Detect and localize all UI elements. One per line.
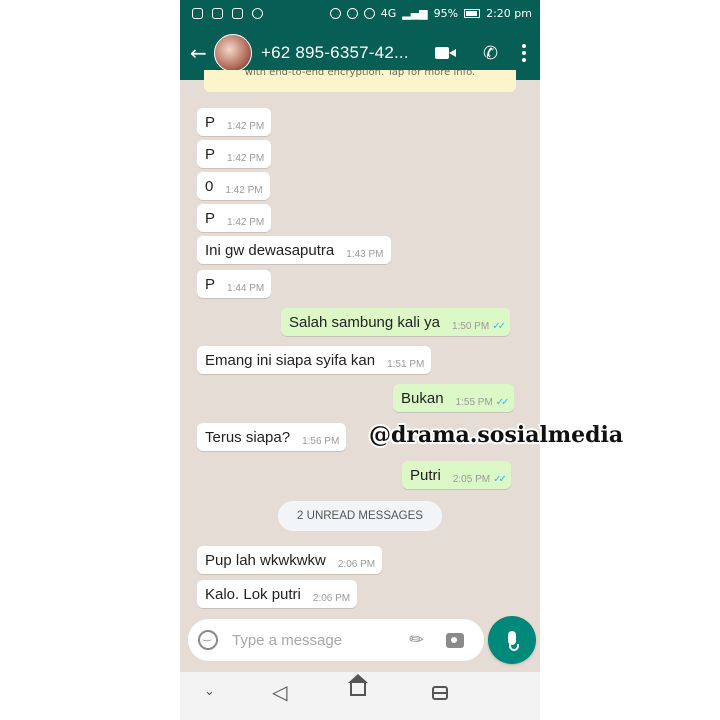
add-icon xyxy=(329,7,341,19)
message-time: 1:50 PM xyxy=(451,320,490,332)
message-bubble-outgoing[interactable]: Bukan 1:55 PM ✓✓ xyxy=(393,384,514,412)
read-receipt-icon: ✓✓ xyxy=(492,320,506,332)
message-text: Pup lah wkwkwkw xyxy=(205,551,326,569)
message-text: Kalo. Lok putri xyxy=(205,585,301,603)
message-bubble-incoming[interactable]: Emang ini siapa syifa kan 1:51 PM xyxy=(197,346,432,374)
message-bubble-incoming[interactable]: Ini gw dewasaputra 1:43 PM xyxy=(197,236,391,264)
android-navigation-bar: ⌄ ◁ xyxy=(180,672,540,720)
settings-icon xyxy=(346,7,358,19)
message-text: Ini gw dewasaputra xyxy=(205,241,335,259)
message-bubble-outgoing[interactable]: Putri 2:05 PM ✓✓ xyxy=(402,461,511,489)
message-input[interactable] xyxy=(230,630,394,650)
emoji-icon[interactable] xyxy=(198,630,218,650)
message-bubble-incoming[interactable]: Terus siapa? 1:56 PM xyxy=(197,423,347,451)
car-icon xyxy=(232,7,243,19)
microphone-icon xyxy=(508,631,516,645)
message-text: 0 xyxy=(205,177,214,195)
nav-home-icon[interactable] xyxy=(348,674,368,696)
contact-name[interactable]: +62 895-6357-42... xyxy=(261,43,423,63)
message-time: 2:06 PM xyxy=(337,558,376,570)
message-text: Terus siapa? xyxy=(205,428,291,446)
battery-percent: 95% xyxy=(433,6,459,20)
message-text: P xyxy=(205,275,216,293)
message-bubble-incoming[interactable]: P 1:42 PM xyxy=(197,204,272,232)
signal-icon: ▂▄▆ xyxy=(402,6,428,20)
message-time: 1:55 PM xyxy=(455,396,493,408)
paperclip-icon[interactable]: ✎ xyxy=(405,628,429,652)
message-time: 1:43 PM xyxy=(346,248,384,260)
message-bubble-incoming[interactable]: P 1:44 PM xyxy=(197,270,272,298)
message-bubble-incoming[interactable]: Pup lah wkwkwkw 2:06 PM xyxy=(197,546,383,574)
message-bubble-incoming[interactable]: P 1:42 PM xyxy=(197,140,272,168)
message-text: P xyxy=(205,209,216,227)
encryption-notice-text: with end-to-end encryption. Tap for more… xyxy=(244,70,476,78)
more-options-icon[interactable] xyxy=(522,44,527,62)
contact-avatar[interactable] xyxy=(214,34,252,72)
microphone-stand xyxy=(509,644,519,651)
message-text: Emang ini siapa syifa kan xyxy=(205,351,376,369)
line-icon xyxy=(252,7,263,19)
message-time: 2:05 PM xyxy=(452,473,491,485)
message-bubble-incoming[interactable]: P 1:42 PM xyxy=(197,108,272,136)
message-time: 1:42 PM xyxy=(227,216,265,228)
message-bubble-outgoing[interactable]: Salah sambung kali ya 1:50 PM ✓✓ xyxy=(281,308,510,336)
hide-keyboard-icon[interactable]: ⌄ xyxy=(204,684,215,699)
camera-icon[interactable] xyxy=(446,632,465,648)
watermark-text: @drama.sosialmedia xyxy=(369,422,624,448)
status-time: 2:20 pm xyxy=(486,6,532,20)
message-bubble-incoming[interactable]: Kalo. Lok putri 2:06 PM xyxy=(197,580,358,608)
status-bar: 4G ▂▄▆ 95% 2:20 pm xyxy=(180,0,540,26)
message-time: 1:42 PM xyxy=(227,152,265,164)
network-type: 4G xyxy=(380,6,397,20)
phone-screen: 4G ▂▄▆ 95% 2:20 pm ← +62 895-6357-42... … xyxy=(180,0,540,720)
message-text: P xyxy=(205,113,216,131)
instagram-icon xyxy=(212,7,223,19)
message-time: 1:42 PM xyxy=(225,184,263,196)
message-time: 1:42 PM xyxy=(227,120,265,132)
battery-icon xyxy=(464,8,481,18)
message-time: 1:51 PM xyxy=(387,358,425,370)
message-composer: ✎ xyxy=(188,619,484,661)
message-bubble-incoming[interactable]: 0 1:42 PM xyxy=(197,172,270,200)
message-text: P xyxy=(205,145,216,163)
microphone-button[interactable] xyxy=(488,616,536,664)
phone-call-icon[interactable]: ✆ xyxy=(483,43,498,64)
message-text: Putri xyxy=(410,466,441,484)
back-arrow-icon[interactable]: ← xyxy=(190,43,212,63)
alarm-icon xyxy=(363,7,375,19)
read-receipt-icon: ✓✓ xyxy=(495,396,510,408)
unread-messages-divider: 2 UNREAD MESSAGES xyxy=(278,501,442,531)
nav-back-icon[interactable]: ◁ xyxy=(272,680,287,704)
nav-recents-icon[interactable] xyxy=(432,686,448,700)
video-call-icon[interactable] xyxy=(435,46,457,60)
message-text: Salah sambung kali ya xyxy=(289,313,440,331)
notification-icon xyxy=(192,7,203,19)
message-time: 1:56 PM xyxy=(302,435,340,447)
message-time: 2:06 PM xyxy=(312,592,351,604)
encryption-notice[interactable]: with end-to-end encryption. Tap for more… xyxy=(204,70,516,92)
message-text: Bukan xyxy=(401,389,444,407)
read-receipt-icon: ✓✓ xyxy=(493,473,507,485)
message-time: 1:44 PM xyxy=(227,282,265,294)
